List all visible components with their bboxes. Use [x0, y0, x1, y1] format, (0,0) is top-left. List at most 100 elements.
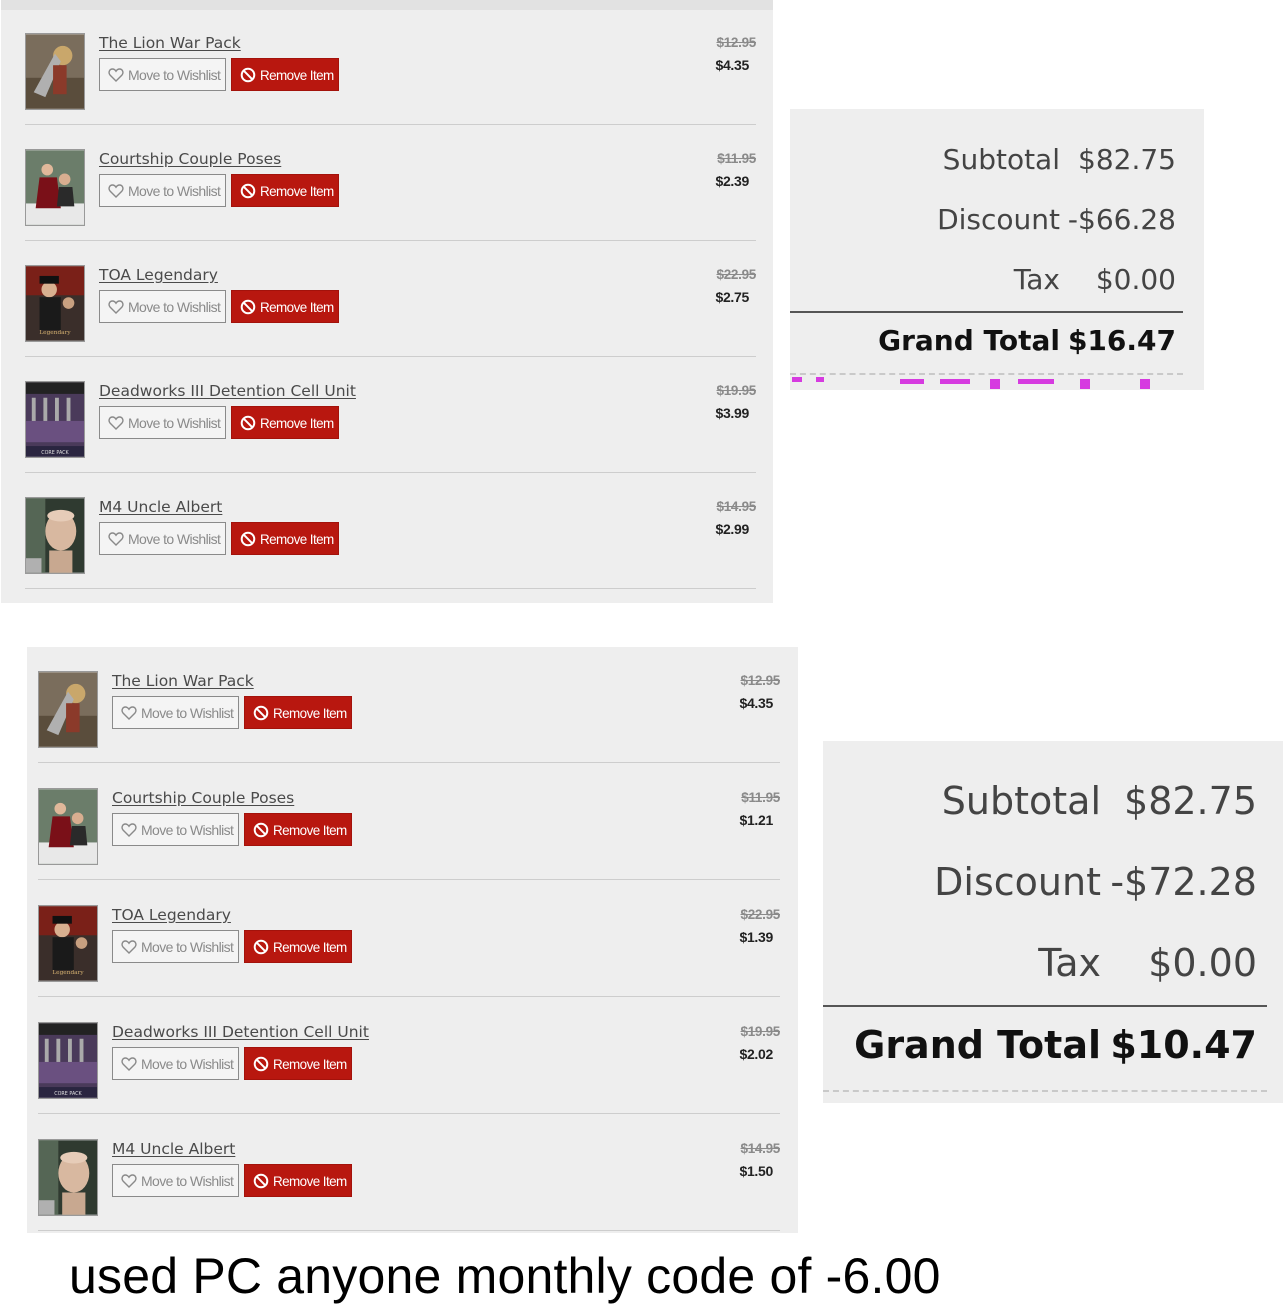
cart-item: The Lion War Pack Move to Wishlist Remov… [25, 9, 756, 125]
product-title-link[interactable]: The Lion War Pack [99, 34, 241, 52]
remove-item-button[interactable]: Remove Item [231, 290, 339, 323]
original-price: $12.95 [716, 35, 757, 50]
remove-label: Remove Item [260, 182, 334, 199]
heart-icon [121, 1173, 137, 1189]
move-to-wishlist-button[interactable]: Move to Wishlist [99, 58, 226, 91]
grand-total-label: Grand Total [854, 1023, 1101, 1067]
cart-item: M4 Uncle Albert Move to Wishlist Remove … [38, 1115, 780, 1231]
cart-item: Legendary TOA Legendary Move to Wishlist… [38, 881, 780, 997]
move-to-wishlist-button[interactable]: Move to Wishlist [112, 1047, 239, 1080]
grand-total-row: Grand Total $16.47 [790, 324, 1204, 364]
ban-icon [253, 1173, 269, 1189]
tax-row: Tax $0.00 [823, 941, 1283, 991]
product-title-link[interactable]: The Lion War Pack [112, 672, 254, 690]
tax-row: Tax $0.00 [790, 263, 1204, 303]
original-price: $11.95 [717, 151, 756, 166]
product-title-link[interactable]: M4 Uncle Albert [112, 1140, 235, 1158]
product-title-link[interactable]: TOA Legendary [99, 266, 218, 284]
original-price: $19.95 [740, 1024, 781, 1039]
product-title-link[interactable]: Deadworks III Detention Cell Unit [99, 382, 356, 400]
ban-icon [253, 1056, 269, 1072]
move-to-wishlist-button[interactable]: Move to Wishlist [112, 696, 239, 729]
order-totals-after: Subtotal $82.75 Discount -$72.28 Tax $0.… [823, 741, 1283, 1103]
svg-text:CORE PACK: CORE PACK [41, 450, 69, 456]
ban-icon [240, 183, 256, 199]
grand-total-value: $16.47 [1067, 324, 1176, 357]
remove-label: Remove Item [260, 530, 334, 547]
sale-price: $3.99 [715, 405, 749, 421]
remove-label: Remove Item [260, 66, 334, 83]
product-title-link[interactable]: M4 Uncle Albert [99, 498, 222, 516]
remove-item-button[interactable]: Remove Item [231, 406, 339, 439]
move-to-wishlist-button[interactable]: Move to Wishlist [112, 930, 239, 963]
heart-icon [121, 705, 137, 721]
cart-item: CORE PACK Deadworks III Detention Cell U… [38, 998, 780, 1114]
subtotal-row: Subtotal $82.75 [790, 143, 1204, 183]
product-title-link[interactable]: Courtship Couple Poses [112, 789, 294, 807]
original-price: $19.95 [716, 383, 757, 398]
original-price: $22.95 [716, 267, 757, 282]
product-title-link[interactable]: Courtship Couple Poses [99, 150, 281, 168]
sale-price: $2.99 [715, 521, 749, 537]
move-to-wishlist-button[interactable]: Move to Wishlist [99, 406, 226, 439]
grand-total-label: Grand Total [878, 324, 1060, 357]
wishlist-label: Move to Wishlist [128, 298, 221, 315]
heart-icon [108, 67, 124, 83]
remove-item-button[interactable]: Remove Item [244, 1164, 352, 1197]
cart-list-before: The Lion War Pack Move to Wishlist Remov… [1, 0, 773, 603]
discount-label: Discount [934, 860, 1101, 904]
remove-label: Remove Item [260, 414, 334, 431]
remove-item-button[interactable]: Remove Item [244, 696, 352, 729]
product-title-link[interactable]: Deadworks III Detention Cell Unit [112, 1023, 369, 1041]
ban-icon [240, 67, 256, 83]
sale-price: $2.02 [739, 1046, 773, 1062]
move-to-wishlist-button[interactable]: Move to Wishlist [99, 290, 226, 323]
move-to-wishlist-button[interactable]: Move to Wishlist [99, 522, 226, 555]
cart-item: M4 Uncle Albert Move to Wishlist Remove … [25, 473, 756, 589]
sale-price: $1.50 [739, 1163, 773, 1179]
courtship-thumbnail[interactable] [38, 788, 98, 865]
discount-row: Discount -$72.28 [823, 860, 1283, 910]
sale-price: $2.39 [715, 173, 749, 189]
heart-icon [108, 531, 124, 547]
heart-icon [121, 822, 137, 838]
deadworks-thumbnail[interactable]: CORE PACK [38, 1022, 98, 1099]
move-to-wishlist-button[interactable]: Move to Wishlist [99, 174, 226, 207]
move-to-wishlist-button[interactable]: Move to Wishlist [112, 813, 239, 846]
lion-war-thumbnail[interactable] [25, 33, 85, 110]
deadworks-thumbnail[interactable]: CORE PACK [25, 381, 85, 458]
wishlist-label: Move to Wishlist [141, 704, 234, 721]
grand-total-value: $10.47 [1110, 1023, 1257, 1067]
cart-list-after: The Lion War Pack Move to Wishlist Remov… [27, 647, 798, 1233]
heart-icon [121, 1056, 137, 1072]
wishlist-label: Move to Wishlist [128, 530, 221, 547]
wishlist-label: Move to Wishlist [141, 1172, 234, 1189]
remove-item-button[interactable]: Remove Item [244, 1047, 352, 1080]
lion-war-thumbnail[interactable] [38, 671, 98, 748]
remove-item-button[interactable]: Remove Item [231, 174, 339, 207]
subtotal-label: Subtotal [942, 143, 1060, 176]
remove-item-button[interactable]: Remove Item [244, 813, 352, 846]
subtotal-row: Subtotal $82.75 [823, 779, 1283, 829]
original-price: $14.95 [740, 1141, 781, 1156]
cart-item: Legendary TOA Legendary Move to Wishlist… [25, 241, 756, 357]
original-price: $12.95 [740, 673, 781, 688]
remove-label: Remove Item [260, 298, 334, 315]
ban-icon [253, 822, 269, 838]
toa-thumbnail[interactable]: Legendary [38, 905, 98, 982]
annotation-caption: used PC anyone monthly code of -6.00 [69, 1248, 941, 1304]
albert-thumbnail[interactable] [25, 497, 85, 574]
remove-item-button[interactable]: Remove Item [231, 522, 339, 555]
remove-label: Remove Item [273, 704, 347, 721]
svg-text:CORE PACK: CORE PACK [54, 1091, 82, 1097]
original-price: $14.95 [716, 499, 757, 514]
move-to-wishlist-button[interactable]: Move to Wishlist [112, 1164, 239, 1197]
remove-item-button[interactable]: Remove Item [231, 58, 339, 91]
ban-icon [253, 705, 269, 721]
product-title-link[interactable]: TOA Legendary [112, 906, 231, 924]
remove-label: Remove Item [273, 1172, 347, 1189]
remove-item-button[interactable]: Remove Item [244, 930, 352, 963]
courtship-thumbnail[interactable] [25, 149, 85, 226]
albert-thumbnail[interactable] [38, 1139, 98, 1216]
toa-thumbnail[interactable]: Legendary [25, 265, 85, 342]
